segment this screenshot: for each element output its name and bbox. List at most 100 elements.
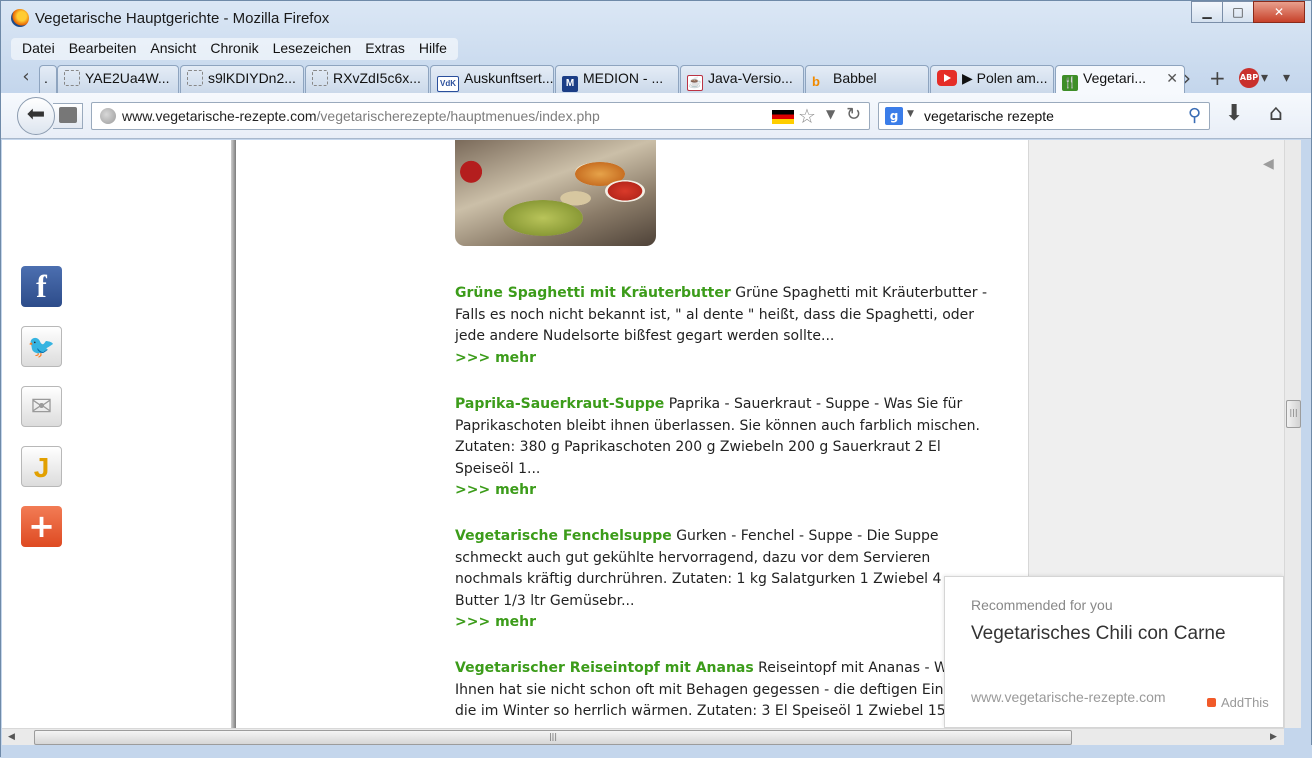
more-link[interactable]: >>> mehr [455, 348, 995, 370]
adblock-plus-icon[interactable]: ABP [1239, 68, 1259, 88]
tab-label: s9lKDIYDn2... [208, 70, 296, 86]
tab-label: RXvZdI5c6x... [333, 70, 421, 86]
close-window-button[interactable]: ✕ [1253, 1, 1305, 23]
fork-knife-icon: 🍴 [1062, 75, 1078, 91]
abp-dropdown-icon[interactable]: ▾ [1261, 66, 1268, 90]
tab-9[interactable]: ▶ Polen am... [930, 65, 1054, 93]
menu-hilfe[interactable]: Hilfe [412, 38, 454, 60]
menu-extras[interactable]: Extras [358, 38, 412, 60]
recommendation-label: Recommended for you [971, 597, 1113, 613]
blank-page-icon [312, 70, 328, 86]
url-history-dropdown-icon[interactable]: ▼ [826, 107, 835, 121]
navigation-bar: ⬅ www.vegetarische-rezepte.com/vegetaris… [1, 93, 1311, 139]
recipe-teaser: jede andere Nudelsorte bißfest gegart we… [455, 328, 835, 344]
scroll-right-icon[interactable]: ▶ [1270, 732, 1277, 742]
recipe-teaser: Ihnen hat sie nicht schon oft mit Behage… [455, 681, 944, 698]
maximize-button[interactable]: □ [1222, 1, 1254, 23]
addthis-label: AddThis [1221, 695, 1269, 710]
minimize-button[interactable]: ▁ [1191, 1, 1223, 23]
search-icon[interactable]: ⚲ [1188, 105, 1201, 126]
more-link[interactable]: >>> mehr [455, 612, 995, 634]
tab-scroll-left-icon[interactable]: ‹ [13, 65, 39, 91]
german-flag-icon[interactable] [772, 110, 794, 124]
menu-ansicht[interactable]: Ansicht [143, 38, 203, 60]
recipe-teaser: Paprika - Sauerkraut - Suppe - Was Sie f… [668, 396, 963, 412]
tab-7[interactable]: ☕ Java-Versio... [680, 65, 804, 93]
recommendation-popup[interactable]: Recommended for you Vegetarisches Chili … [944, 576, 1284, 728]
close-tab-icon[interactable]: ✕ [1166, 70, 1178, 87]
more-link[interactable]: >>> mehr [455, 480, 995, 502]
tab-6[interactable]: M MEDION - ... [555, 65, 679, 93]
twitter-share-icon[interactable]: 🐦 [21, 326, 62, 367]
search-input[interactable]: vegetarische rezepte [924, 108, 1054, 124]
menu-bearbeiten[interactable]: Bearbeiten [62, 38, 144, 60]
vertical-scrollbar[interactable]: ||| [1284, 140, 1301, 728]
recipe-title-link[interactable]: Grüne Spaghetti mit Kräuterbutter [455, 285, 731, 301]
babbel-icon: b [812, 74, 820, 89]
blank-page-icon [64, 70, 80, 86]
back-button[interactable]: ⬅ [17, 97, 55, 135]
recommendation-site: www.vegetarische-rezepte.com [971, 689, 1166, 705]
browser-window: Vegetarische Hauptgerichte - Mozilla Fir… [0, 0, 1312, 758]
recipe-teaser: Gurken - Fenchel - Suppe - Die Suppe [676, 528, 939, 544]
bookmark-star-icon[interactable]: ☆ [798, 104, 816, 128]
home-icon[interactable]: ⌂ [1269, 101, 1283, 126]
menu-chronik[interactable]: Chronik [203, 38, 265, 60]
tab-label: ▶ Polen am... [962, 70, 1048, 86]
tab-10-active[interactable]: 🍴 Vegetari... ✕ [1055, 65, 1185, 94]
tab-8[interactable]: b Babbel [805, 65, 929, 93]
title-bar: Vegetarische Hauptgerichte - Mozilla Fir… [1, 1, 1311, 37]
download-icon[interactable]: ⬇ [1225, 101, 1243, 126]
j-share-icon[interactable]: J [21, 446, 62, 487]
new-tab-icon[interactable]: + [1209, 66, 1226, 90]
recipe-title-link[interactable]: Vegetarische Fenchelsuppe [455, 528, 672, 544]
recipe-teaser: Zutaten: 380 g Paprikaschoten 200 g Zwie… [455, 439, 941, 455]
recipe-entry: Paprika-Sauerkraut-Suppe Paprika - Sauer… [455, 394, 995, 502]
tab-2[interactable]: YAE2Ua4W... [57, 65, 179, 93]
menu-lesezeichen[interactable]: Lesezeichen [266, 38, 359, 60]
tab-1[interactable]: . [39, 65, 57, 93]
youtube-icon [937, 70, 957, 86]
menu-bar: Datei Bearbeiten Ansicht Chronik Lesezei… [11, 38, 458, 60]
page-viewport: ◀ f 🐦 ✉ J + Grüne Spaghetti mit Kräuterb… [2, 140, 1284, 728]
recipe-entry: Vegetarischer Reiseintopf mit Ananas Rei… [455, 658, 995, 723]
scroll-left-icon[interactable]: ◀ [8, 732, 15, 742]
url-bar[interactable]: www.vegetarische-rezepte.com/vegetarisch… [91, 102, 870, 130]
recipe-teaser: schmeckt auch gut gekühlte hervorragend,… [455, 549, 931, 566]
more-share-icon[interactable]: + [21, 506, 62, 547]
recipe-title-link[interactable]: Paprika-Sauerkraut-Suppe [455, 396, 664, 412]
site-identity-icon[interactable] [59, 107, 77, 123]
addthis-brand[interactable]: AddThis [1207, 695, 1269, 710]
recommendation-title-link[interactable]: Vegetarisches Chili con Carne [971, 623, 1226, 645]
photo-dish [605, 180, 645, 202]
tab-scroll-right-icon[interactable]: › [1183, 66, 1191, 90]
sidebar-collapse-icon[interactable]: ◀ [1263, 156, 1274, 172]
recipe-entry: Grüne Spaghetti mit Kräuterbutter Grüne … [455, 283, 995, 369]
tab-label: MEDION - ... [583, 70, 664, 86]
vertical-scroll-thumb[interactable]: ||| [1286, 400, 1301, 428]
horizontal-scrollbar[interactable]: ◀ ||| ▶ [2, 728, 1284, 745]
facebook-share-icon[interactable]: f [21, 266, 62, 307]
recipe-teaser: Reiseintopf mit Ananas - W [758, 660, 948, 676]
search-bar[interactable]: g ▼ vegetarische rezepte ⚲ [878, 102, 1210, 130]
recipe-teaser: Speiseöl 1... [455, 460, 541, 477]
buffet-photo[interactable] [455, 140, 656, 246]
recipe-teaser: die im Winter so herrlich wärmen. Zutate… [455, 703, 946, 719]
email-share-icon[interactable]: ✉ [21, 386, 62, 427]
search-engine-dropdown-icon[interactable]: ▼ [907, 109, 914, 119]
menu-datei[interactable]: Datei [15, 38, 62, 60]
tab-5[interactable]: VdK Auskunftsert... [430, 65, 554, 93]
recipe-title-link[interactable]: Vegetarischer Reiseintopf mit Ananas [455, 660, 754, 676]
horizontal-scroll-thumb[interactable]: ||| [34, 730, 1072, 745]
list-all-tabs-icon[interactable]: ▾ [1283, 66, 1290, 90]
reload-icon[interactable]: ↻ [846, 104, 861, 125]
google-icon[interactable]: g [885, 107, 903, 125]
window-controls: ▁ □ ✕ [1191, 1, 1305, 23]
tab-3[interactable]: s9lKDIYDn2... [180, 65, 304, 93]
blank-page-icon [187, 70, 203, 86]
left-margin [2, 140, 234, 728]
java-icon: ☕ [687, 75, 703, 91]
tab-4[interactable]: RXvZdI5c6x... [305, 65, 429, 93]
url-text[interactable]: www.vegetarische-rezepte.com/vegetarisch… [122, 108, 600, 124]
recipe-teaser: Butter 1/3 ltr Gemüsebr... [455, 592, 635, 609]
